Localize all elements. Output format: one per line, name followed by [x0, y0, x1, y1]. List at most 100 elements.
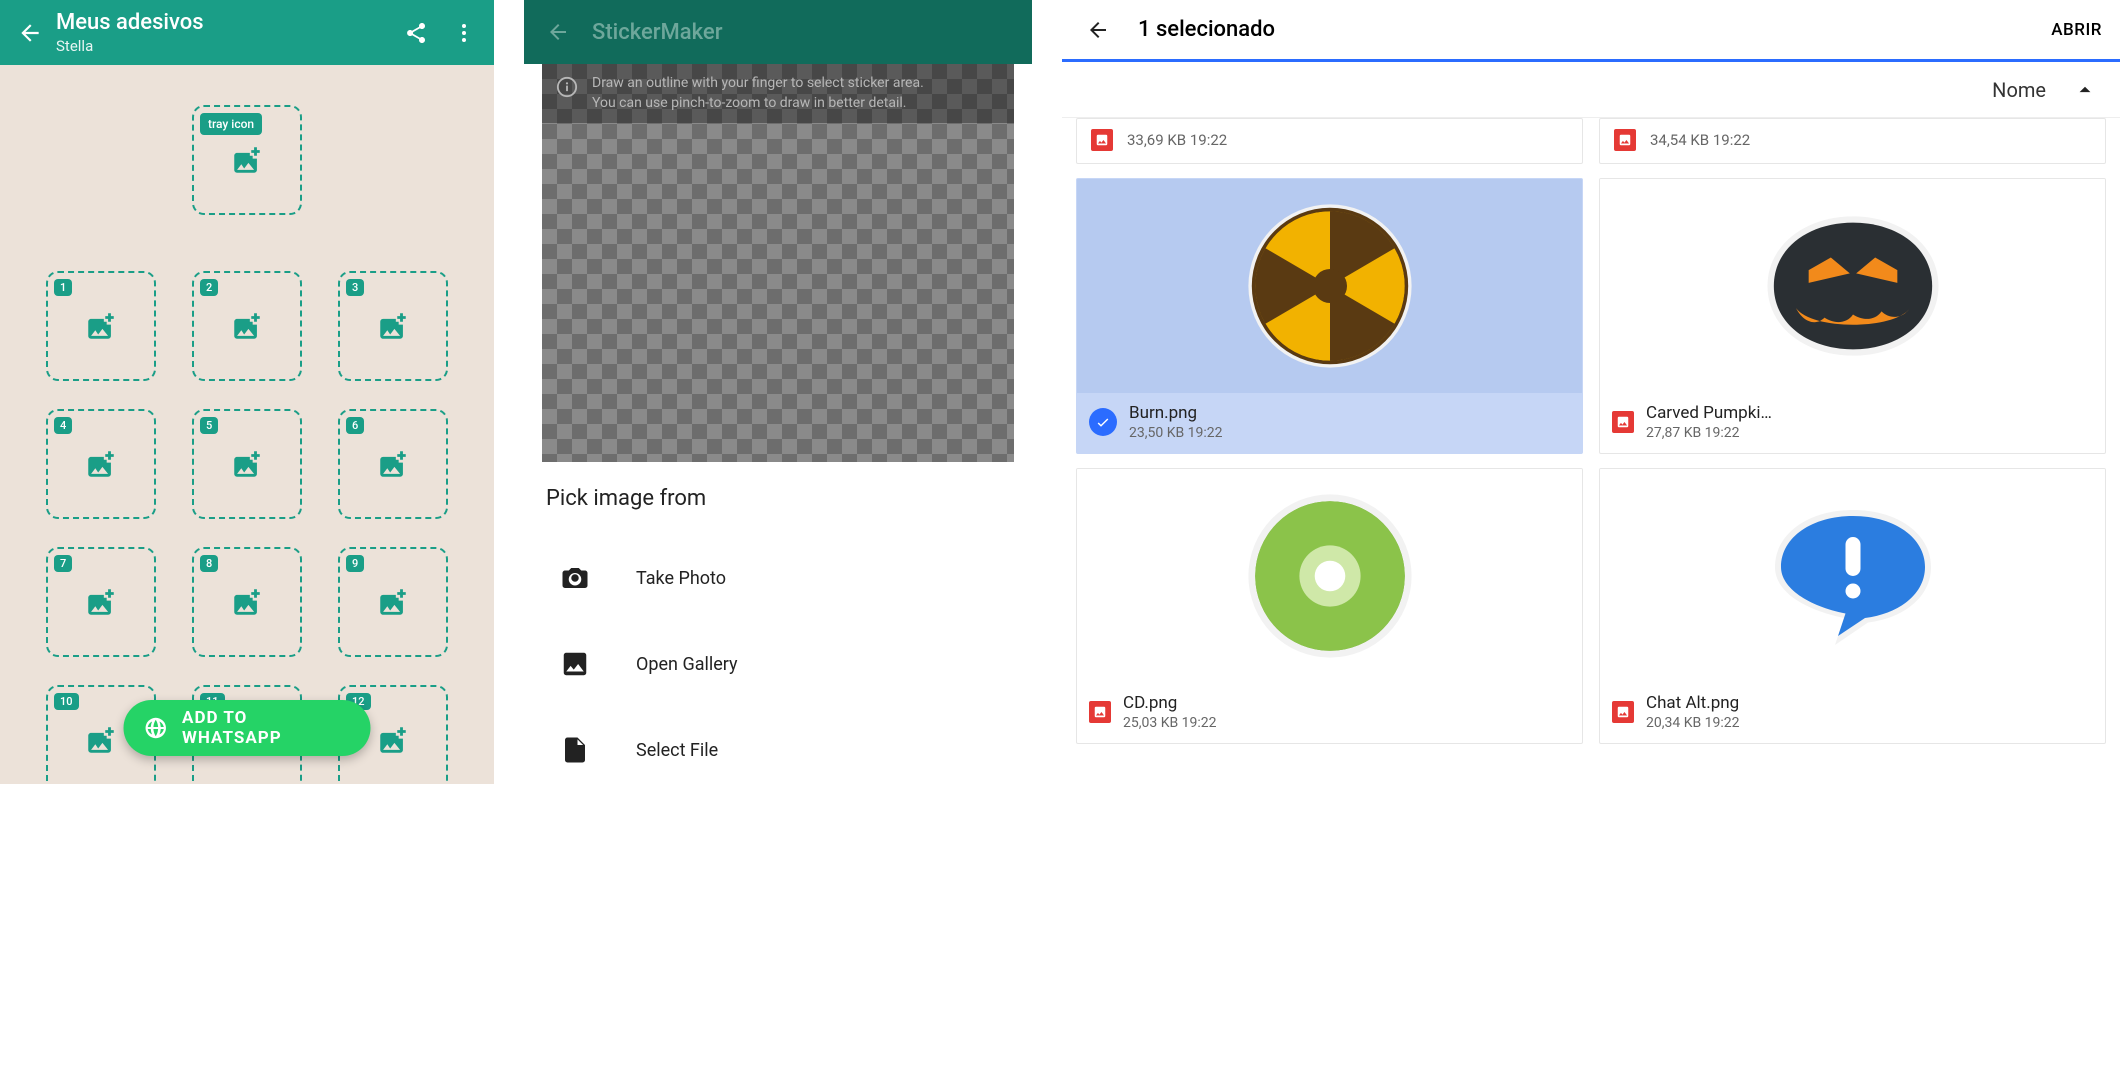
file-card[interactable]: Burn.png 23,50 KB 19:22 [1076, 178, 1583, 454]
slot-number: 2 [200, 279, 218, 296]
add-to-whatsapp-button[interactable]: ADD TO WHATSAPP [124, 700, 371, 756]
arrow-back-icon [1086, 18, 1110, 42]
slot-number: 3 [346, 279, 364, 296]
file-meta: 34,54 KB 19:22 [1650, 131, 1750, 149]
add-image-icon [230, 143, 264, 177]
slot-number: 10 [54, 693, 79, 710]
image-icon [1091, 129, 1113, 151]
appbar: Meus adesivos Stella [0, 0, 494, 65]
appbar-title: Meus adesivos [56, 10, 396, 35]
file-card-partial[interactable]: 34,54 KB 19:22 [1599, 118, 2106, 164]
slot-number: 1 [54, 279, 72, 296]
screen-sticker-pack: Meus adesivos Stella tray icon 123456789… [0, 0, 494, 784]
sticker-slot[interactable]: 7 [46, 547, 156, 657]
share-icon [404, 21, 428, 45]
camera-icon [560, 563, 590, 593]
sticker-slot-area: tray icon 123456789101112 [0, 65, 494, 105]
file-name: Carved Pumpki… [1646, 403, 2093, 423]
add-image-icon [84, 585, 118, 619]
sticker-slot[interactable]: 5 [192, 409, 302, 519]
slot-number: 4 [54, 417, 72, 434]
add-image-icon [84, 447, 118, 481]
sticker-slot[interactable]: 4 [46, 409, 156, 519]
image-icon [1614, 129, 1636, 151]
pick-option-label: Select File [636, 740, 718, 761]
hint-banner: Draw an outline with your finger to sele… [542, 64, 1014, 123]
pick-sheet: Pick image from Take Photo Open Gallery Se… [524, 462, 1032, 784]
arrow-back-icon [17, 20, 43, 46]
file-meta: 25,03 KB 19:22 [1123, 715, 1570, 731]
appbar: StickerMaker [524, 0, 1032, 64]
slot-number: 5 [200, 417, 218, 434]
screen-sticker-maker: StickerMaker Draw an outline with your f… [524, 0, 1032, 784]
open-button[interactable]: ABRIR [2051, 20, 2102, 40]
pick-option-file[interactable]: Select File [546, 707, 1010, 784]
back-button[interactable] [1080, 12, 1116, 48]
file-name: Chat Alt.png [1646, 693, 2093, 713]
pick-option-image[interactable]: Open Gallery [546, 621, 1010, 707]
drawing-canvas[interactable]: Draw an outline with your finger to sele… [542, 64, 1014, 462]
fab-label: ADD TO WHATSAPP [182, 708, 342, 748]
file-card[interactable]: Carved Pumpki… 27,87 KB 19:22 [1599, 178, 2106, 454]
share-button[interactable] [396, 13, 436, 53]
appbar-subtitle: Stella [56, 37, 396, 55]
image-icon [560, 649, 590, 679]
appbar: 1 selecionado ABRIR [1062, 0, 2120, 62]
add-image-icon [376, 585, 410, 619]
pick-option-label: Take Photo [636, 568, 726, 589]
sticker-slot[interactable]: 9 [338, 547, 448, 657]
slot-number: 6 [346, 417, 364, 434]
add-image-icon [376, 723, 410, 757]
more-vert-icon [452, 21, 476, 45]
sort-row[interactable]: Nome [1062, 62, 2120, 118]
slot-number: 9 [346, 555, 364, 572]
arrow-back-icon [546, 20, 570, 44]
chevron-up-icon [2072, 77, 2098, 103]
add-image-icon [376, 309, 410, 343]
sticker-slot[interactable]: 8 [192, 547, 302, 657]
add-image-icon [230, 447, 264, 481]
file-name: CD.png [1123, 693, 1570, 713]
screen-file-picker: 1 selecionado ABRIR Nome 33,69 KB 19:22 3… [1062, 0, 2120, 784]
slot-number: 8 [200, 555, 218, 572]
back-button[interactable] [10, 13, 50, 53]
check-icon [1089, 408, 1117, 436]
image-icon [1612, 411, 1634, 433]
sort-label: Nome [1992, 78, 2046, 102]
hint-line-1: Draw an outline with your finger to sele… [592, 74, 924, 94]
file-name: Burn.png [1129, 403, 1570, 423]
appbar-title: 1 selecionado [1138, 17, 2051, 42]
globe-icon [144, 715, 169, 741]
file-thumbnail [1600, 469, 2105, 683]
file-thumbnail [1077, 179, 1582, 393]
image-icon [1089, 701, 1111, 723]
slot-number: 7 [54, 555, 72, 572]
appbar-title: StickerMaker [592, 20, 722, 45]
file-card[interactable]: CD.png 25,03 KB 19:22 [1076, 468, 1583, 744]
info-icon [556, 76, 578, 98]
file-meta: 23,50 KB 19:22 [1129, 425, 1570, 441]
overflow-button[interactable] [444, 13, 484, 53]
pick-option-camera[interactable]: Take Photo [546, 535, 1010, 621]
sticker-slot[interactable]: 6 [338, 409, 448, 519]
sticker-slot[interactable]: 3 [338, 271, 448, 381]
pick-title: Pick image from [546, 486, 1010, 511]
tray-badge: tray icon [200, 113, 262, 135]
image-icon [1612, 701, 1634, 723]
sticker-slot[interactable]: 2 [192, 271, 302, 381]
file-meta: 20,34 KB 19:22 [1646, 715, 2093, 731]
pick-option-label: Open Gallery [636, 654, 738, 675]
file-thumbnail [1077, 469, 1582, 683]
file-card[interactable]: Chat Alt.png 20,34 KB 19:22 [1599, 468, 2106, 744]
tray-icon-slot[interactable]: tray icon [192, 105, 302, 215]
file-meta: 27,87 KB 19:22 [1646, 425, 2093, 441]
add-image-icon [376, 447, 410, 481]
appbar-titles: Meus adesivos Stella [50, 10, 396, 55]
file-thumbnail [1600, 179, 2105, 393]
sticker-slot[interactable]: 1 [46, 271, 156, 381]
file-card-partial[interactable]: 33,69 KB 19:22 [1076, 118, 1583, 164]
add-image-icon [84, 309, 118, 343]
hint-line-2: You can use pinch-to-zoom to draw in bet… [592, 94, 924, 114]
add-image-icon [84, 723, 118, 757]
back-button[interactable] [540, 14, 576, 50]
